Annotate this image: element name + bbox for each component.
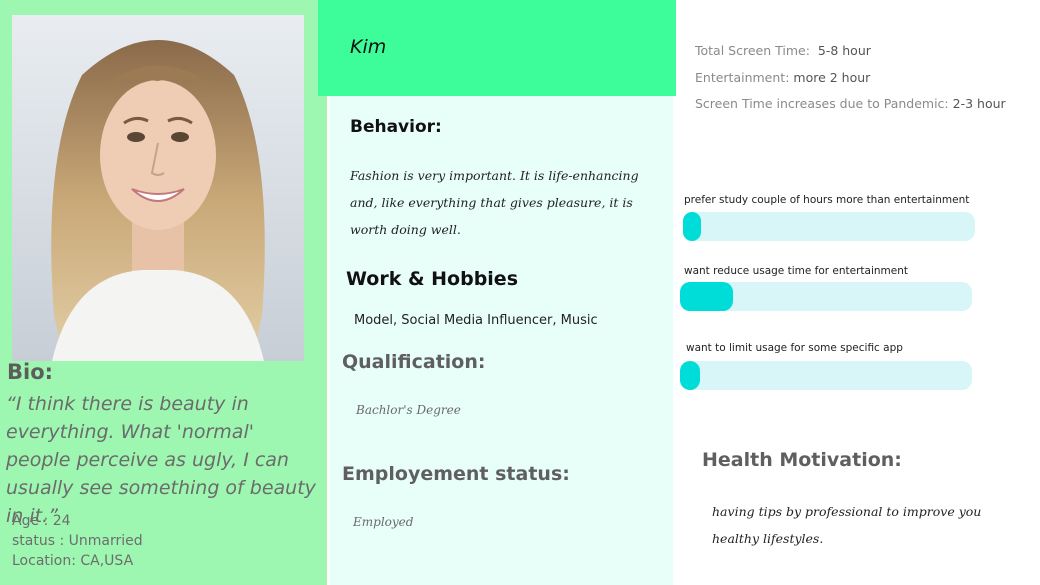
- employment-text: Employed: [353, 515, 414, 529]
- progress-bar-study: [683, 212, 975, 241]
- stat-label: Entertainment:: [695, 70, 790, 85]
- behavior-text: Fashion is very important. It is life-en…: [350, 168, 639, 237]
- bar-label-study: prefer study couple of hours more than e…: [684, 194, 970, 206]
- persona-photo: [12, 15, 304, 361]
- work-hobbies-text: Model, Social Media Influencer, Music: [354, 313, 598, 328]
- stat-value: 2-3 hour: [952, 96, 1006, 111]
- portrait-image: [12, 15, 304, 361]
- stat-value: more 2 hour: [793, 70, 871, 85]
- stat-label: Screen Time increases due to Pandemic:: [695, 96, 949, 111]
- stat-value: 5-8 hour: [817, 43, 871, 58]
- entertainment-time: Entertainment: more 2 hour: [695, 70, 870, 85]
- persona-sidebar: Bio: “I think there is beauty in everyth…: [0, 0, 327, 585]
- location-text: Location: CA,USA: [12, 553, 134, 569]
- progress-bar-limit: [680, 361, 972, 390]
- bio-quote: “I think there is beauty in everything. …: [6, 393, 316, 527]
- behavior-heading: Behavior:: [350, 117, 442, 137]
- health-motivation-heading: Health Motivation:: [702, 449, 902, 471]
- total-screen-time: Total Screen Time: 5-8 hour: [695, 43, 871, 58]
- bio-heading: Bio:: [7, 360, 54, 384]
- progress-fill: [683, 212, 701, 241]
- progress-fill: [680, 361, 700, 390]
- qualification-heading: Qualification:: [342, 351, 486, 373]
- health-motivation-text: having tips by professional to improve y…: [712, 504, 982, 546]
- pandemic-screen-time: Screen Time increases due to Pandemic: 2…: [695, 96, 1006, 111]
- persona-name: Kim: [350, 36, 387, 58]
- progress-bar-reduce: [680, 282, 972, 311]
- age-text: Age : 24: [12, 513, 71, 529]
- name-banner: Kim: [318, 0, 676, 96]
- employment-heading: Employement status:: [342, 463, 570, 485]
- work-hobbies-heading: Work & Hobbies: [346, 268, 519, 290]
- qualification-text: Bachlor's Degree: [356, 403, 461, 417]
- bar-label-reduce: want reduce usage time for entertainment: [684, 265, 909, 277]
- bar-label-limit: want to limit usage for some specific ap…: [686, 342, 903, 354]
- stat-label: Total Screen Time:: [695, 43, 810, 58]
- progress-fill: [680, 282, 733, 311]
- marital-status-text: status : Unmarried: [12, 533, 143, 549]
